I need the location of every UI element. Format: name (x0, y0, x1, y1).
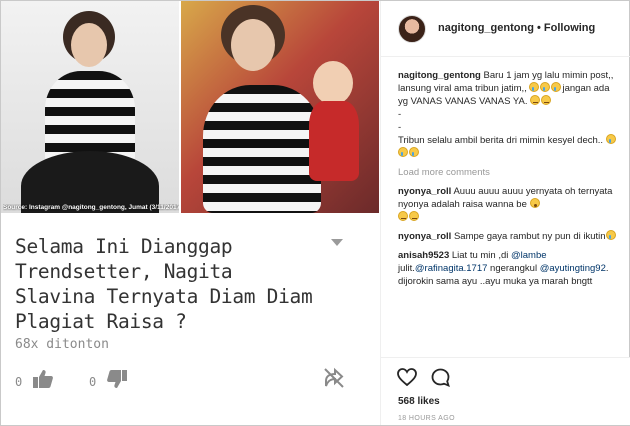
sad-emoji-icon (530, 95, 541, 105)
comment-text: Sampe gaya rambut ny pun di ikutin (453, 231, 606, 242)
photo-nagita (181, 1, 379, 213)
comment: anisah9523 Liat tu min ,di @lambe julit.… (398, 249, 622, 288)
crying-emoji-icon (398, 147, 408, 157)
post-actions: 568 likes 18 HOURS AGO (381, 357, 630, 425)
likes-count[interactable]: 568 likes (398, 396, 440, 407)
crying-emoji-icon (605, 230, 616, 240)
like-button[interactable]: 0 (15, 369, 54, 389)
like-count: 0 (15, 375, 23, 389)
sad-emoji-icon (398, 211, 408, 221)
astonished-emoji-icon (529, 198, 540, 208)
caption-line-3: - (398, 109, 402, 120)
header-username[interactable]: nagitong_gentong (438, 22, 534, 34)
comment-text: julit. (398, 263, 415, 274)
photo-raisa: Source: Instagram @nagitong_gentong, Jum… (1, 1, 179, 213)
header-line: nagitong_gentong • Following (438, 22, 595, 34)
sad-emoji-icon (409, 211, 419, 221)
comment-username[interactable]: nyonya_roll (398, 231, 451, 242)
mention-link[interactable]: @ayutingting92 (540, 263, 606, 274)
crying-emoji-icon (529, 82, 540, 92)
thumbs-down-icon (107, 370, 128, 388)
article-headline[interactable]: Selama Ini Dianggap Trendsetter, Nagita … (15, 234, 315, 334)
avatar[interactable] (398, 15, 426, 43)
comments-list: nagitong_gentong Baru 1 jam yg lalu mimi… (398, 69, 622, 294)
crying-emoji-icon (409, 147, 419, 157)
crying-emoji-icon (605, 134, 616, 144)
comment: nyonya_roll Auuu auuu auuu yernyata oh t… (398, 185, 622, 224)
instagram-post-panel: nagitong_gentong • Following nagitong_ge… (380, 1, 630, 425)
sad-emoji-icon (541, 95, 552, 105)
article-image[interactable]: Source: Instagram @nagitong_gentong, Jum… (1, 1, 379, 213)
comment: nyonya_roll Sampe gaya rambut ny pun di … (398, 230, 622, 243)
dislike-count: 0 (89, 375, 97, 389)
crying-emoji-icon (551, 82, 562, 92)
following-button[interactable]: Following (544, 22, 595, 34)
caption-username[interactable]: nagitong_gentong (398, 70, 481, 81)
comment-username[interactable]: nyonya_roll (398, 186, 451, 197)
comment-username[interactable]: anisah9523 (398, 250, 449, 261)
mention-link[interactable]: @lambe (511, 250, 547, 261)
post-header: nagitong_gentong • Following (381, 1, 630, 57)
share-off-button[interactable] (323, 367, 345, 394)
view-count: 68x ditonton (15, 337, 109, 352)
header-separator: • (537, 22, 541, 34)
caption-line-5: Tribun selalu ambil berita dri mimin kes… (398, 134, 622, 160)
thumbs-up-icon (33, 370, 54, 388)
post-timestamp: 18 HOURS AGO (398, 415, 455, 422)
comment-text: ngerangkul (490, 263, 538, 274)
heart-icon[interactable] (397, 368, 417, 386)
comment-text: Liat tu min ,di (451, 250, 509, 261)
image-source-caption: Source: Instagram @nagitong_gentong, Jum… (3, 204, 179, 211)
post-caption: nagitong_gentong Baru 1 jam yg lalu mimi… (398, 69, 622, 160)
crying-emoji-icon (540, 82, 551, 92)
dislike-button[interactable]: 0 (89, 369, 128, 389)
chevron-down-icon[interactable] (331, 239, 343, 246)
mention-link[interactable]: @rafinagita.1717 (415, 263, 488, 274)
news-article-card: Source: Instagram @nagitong_gentong, Jum… (1, 1, 379, 425)
comment-icon[interactable] (431, 368, 450, 387)
load-more-comments-link[interactable]: Load more comments (398, 166, 622, 179)
share-off-icon (324, 367, 344, 388)
caption-line-4: - (398, 122, 402, 133)
